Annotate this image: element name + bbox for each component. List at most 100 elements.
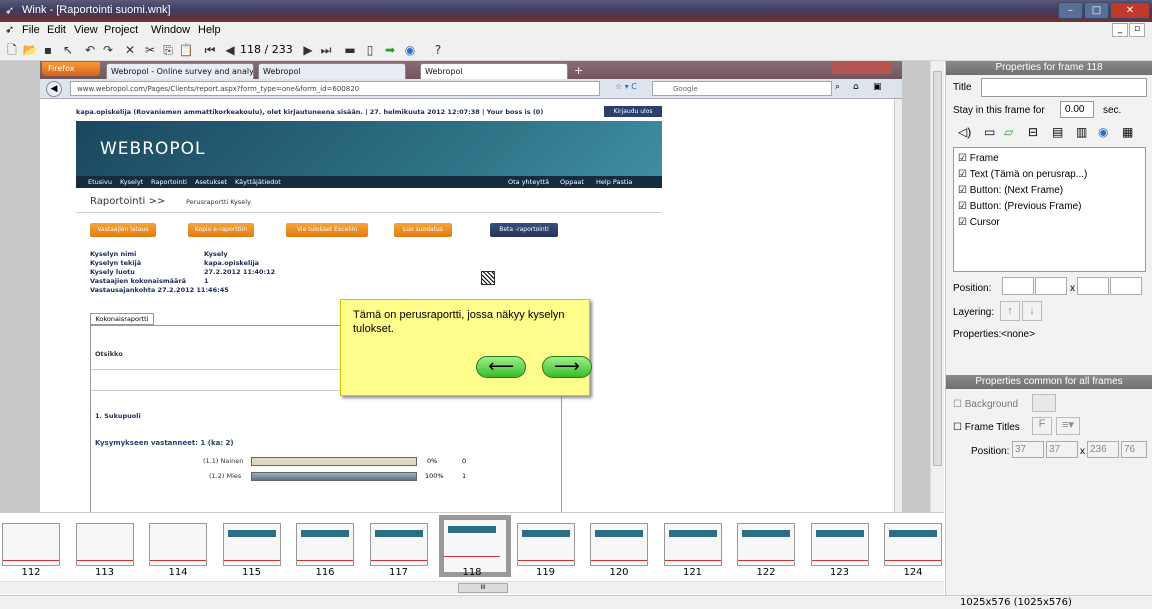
first-frame-icon[interactable]: ⏮	[202, 42, 218, 58]
search-icon[interactable]: ⌕	[835, 82, 840, 92]
frame-thumbnail[interactable]	[75, 523, 134, 566]
undo-icon[interactable]: ↶	[82, 42, 98, 58]
nav-asetukset[interactable]: Asetukset	[195, 178, 227, 186]
menu-edit[interactable]: Edit	[47, 24, 66, 36]
frame-thumbnail[interactable]	[222, 523, 281, 566]
btn-suodatus[interactable]: Luo suodatus	[394, 223, 452, 237]
render-icon[interactable]: ▬	[342, 42, 358, 58]
addon-icon[interactable]: ▣	[873, 82, 882, 92]
mdi-minimize-button[interactable]: _	[1112, 23, 1128, 37]
frame-thumbnail[interactable]	[737, 523, 795, 566]
prev-frame-icon[interactable]: ◀	[222, 42, 238, 58]
next-frame-icon[interactable]: ▶	[300, 42, 316, 58]
frame-thumbnail[interactable]	[369, 523, 428, 566]
logout-button[interactable]: Kirjaudu ulos	[604, 106, 662, 117]
background-image-icon[interactable]	[1032, 394, 1056, 412]
callout-prev-button[interactable]: ⟵	[476, 356, 526, 378]
frame-thumbnail[interactable]	[884, 523, 942, 566]
redo-icon[interactable]: ↷	[100, 42, 116, 58]
nav-kyselyt[interactable]: Kyselyt	[120, 178, 143, 186]
add-button-icon[interactable]: ▱	[1004, 125, 1013, 139]
menu-project[interactable]: Project	[104, 24, 138, 36]
scroll-thumb[interactable]	[933, 71, 942, 466]
frame-thumbnail[interactable]	[590, 523, 648, 566]
frame-thumbnail[interactable]	[2, 523, 60, 566]
minimize-button[interactable]: –	[1058, 2, 1083, 19]
canvas-vscroll[interactable]	[930, 61, 944, 512]
cut-icon[interactable]: ✂	[142, 42, 158, 58]
copy-icon[interactable]: ⎘	[160, 42, 176, 58]
mdi-close-button[interactable]	[1146, 23, 1152, 37]
add-link-icon[interactable]: ◉	[1098, 125, 1108, 139]
menu-view[interactable]: View	[74, 24, 98, 36]
align-dropdown-icon[interactable]: ≡▾	[1056, 417, 1080, 435]
tab-kokonaisraportti[interactable]: Kokonaisraportti	[90, 313, 154, 325]
nav-etusivu[interactable]: Etusivu	[88, 178, 112, 186]
filmstrip-scrollbar[interactable]: III	[0, 581, 944, 594]
last-frame-icon[interactable]: ⏭	[318, 42, 334, 58]
export-arrow-icon[interactable]: ➡	[382, 42, 398, 58]
add-group-icon[interactable]: ▦	[1122, 125, 1133, 139]
browser-scrollbar[interactable]	[894, 99, 902, 512]
browser-tab-1[interactable]: Webropol - Online survey and analysi...	[106, 63, 254, 79]
back-icon[interactable]: ◀	[46, 81, 62, 97]
layer-up-icon[interactable]: ↑	[1000, 301, 1020, 321]
frame-thumbnail[interactable]	[663, 523, 722, 566]
width-input[interactable]	[1077, 277, 1109, 295]
nav-help[interactable]: Help Pastia	[596, 178, 632, 186]
filmstrip-scroll-thumb[interactable]: III	[458, 583, 508, 593]
url-bar[interactable]: www.webropol.com/Pages/Clients/report.as…	[70, 81, 600, 96]
paste-icon[interactable]: 📋	[178, 42, 194, 58]
btn-kopio[interactable]: Kopio e-raporttiin	[188, 223, 254, 237]
pos-y-input[interactable]	[1035, 277, 1067, 295]
frame-titles-checkbox[interactable]: ☐ Frame Titles	[953, 422, 1020, 433]
browser-tab-3[interactable]: Webropol	[420, 63, 568, 79]
frame-thumbnail[interactable]	[296, 523, 354, 566]
add-inputbox-icon[interactable]: ⊟	[1028, 125, 1038, 139]
height-input[interactable]	[1110, 277, 1142, 295]
btn-beta[interactable]: Beta -raportointi	[490, 223, 558, 237]
frame-thumbnail[interactable]	[810, 523, 869, 566]
pos2-x[interactable]: 37	[1012, 441, 1044, 458]
add-textbox-icon[interactable]: ▭	[984, 125, 995, 139]
delete-icon[interactable]: ✕	[122, 42, 138, 58]
help-icon[interactable]: ?	[430, 42, 446, 58]
close-button[interactable]: ✕	[1110, 2, 1150, 19]
open-icon[interactable]: 📂	[22, 42, 38, 58]
nav-contact[interactable]: Ota yhteyttä	[508, 178, 549, 186]
frame-thumbnail[interactable]	[149, 523, 207, 566]
maximize-button[interactable]: □	[1084, 2, 1109, 19]
reload-icon[interactable]: ☆ ▾ C	[615, 82, 637, 91]
layer-down-icon[interactable]: ↓	[1022, 301, 1042, 321]
preview-icon[interactable]: ▯	[362, 42, 378, 58]
frame-thumbnail[interactable]	[516, 523, 575, 566]
menu-file[interactable]: File	[22, 24, 40, 36]
btn-excel[interactable]: Vie tulokset Exceliin	[286, 223, 368, 237]
callout-box[interactable]: Tämä on perusraportti, jossa näkyy kysel…	[340, 299, 592, 396]
btn-vastaajien-lataus[interactable]: Vastaajien lataus	[90, 223, 156, 237]
background-checkbox[interactable]: ☐ Background	[953, 399, 1018, 410]
add-image-icon[interactable]: ▤	[1052, 125, 1063, 139]
stay-input[interactable]: 0.00	[1060, 101, 1094, 118]
menu-window[interactable]: Window	[151, 24, 190, 36]
mdi-restore-button[interactable]: ▫	[1129, 23, 1145, 37]
list-item[interactable]: ☑ Cursor	[958, 217, 1000, 228]
save-icon[interactable]: ▪	[40, 42, 56, 58]
add-audio-icon[interactable]: ◁)	[958, 125, 971, 139]
new-icon[interactable]: 🗋	[4, 42, 20, 58]
browser-tab-2[interactable]: Webropol	[258, 63, 406, 79]
callout-next-button[interactable]: ⟶	[542, 356, 592, 378]
menu-help[interactable]: Help	[198, 24, 221, 36]
add-shape-icon[interactable]: ▥	[1076, 125, 1087, 139]
pos2-h[interactable]: 76	[1121, 441, 1147, 458]
title-input[interactable]	[981, 78, 1147, 97]
font-button[interactable]: F	[1032, 417, 1052, 435]
new-tab-button[interactable]: +	[574, 64, 583, 77]
nav-raportointi[interactable]: Raportointi	[151, 178, 187, 186]
pos2-y[interactable]: 37	[1046, 441, 1078, 458]
browser-window-controls[interactable]	[832, 62, 892, 74]
list-item[interactable]: ☑ Frame	[958, 153, 999, 164]
list-item[interactable]: ☑ Text (Tämä on perusrap...)	[958, 169, 1087, 180]
nav-kayttajatiedot[interactable]: Käyttäjätiedot	[235, 178, 281, 186]
browser-icon[interactable]: ◉	[402, 42, 418, 58]
